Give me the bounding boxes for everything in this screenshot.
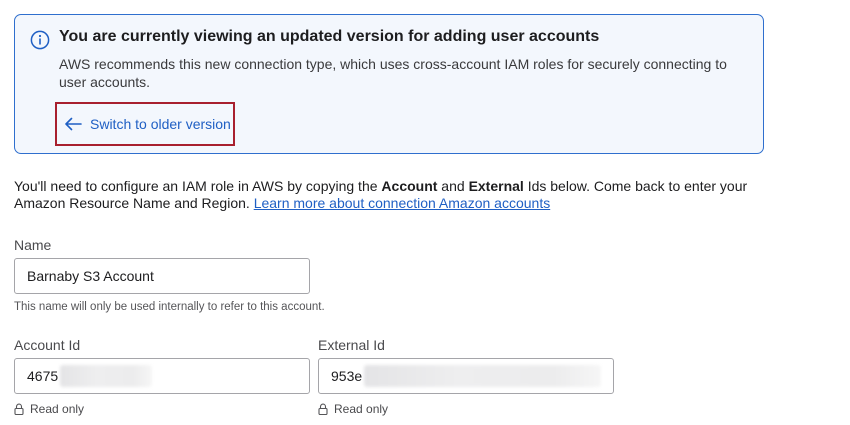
name-label: Name xyxy=(14,237,52,253)
instructions-account-bold: Account xyxy=(381,178,438,194)
redacted-value xyxy=(364,365,601,387)
page: You are currently viewing an updated ver… xyxy=(0,0,850,425)
info-banner: You are currently viewing an updated ver… xyxy=(14,14,764,154)
lock-icon xyxy=(318,403,328,415)
instructions-part: You'll need to configure an IAM role in … xyxy=(14,178,382,194)
external-id-label: External Id xyxy=(318,337,385,353)
redacted-value xyxy=(60,365,153,387)
instructions-text: You'll need to configure an IAM role in … xyxy=(14,178,774,212)
lock-icon xyxy=(14,403,24,415)
instructions-external-bold: External xyxy=(468,178,524,194)
external-id-value: 953е xyxy=(331,368,363,384)
arrow-left-icon xyxy=(65,117,82,131)
account-id-readonly-label: Read only xyxy=(30,402,85,416)
external-id-readonly-label: Read only xyxy=(334,402,389,416)
external-id-field[interactable]: 953е xyxy=(318,358,614,394)
instructions-part: and xyxy=(437,178,469,194)
info-icon xyxy=(30,30,50,50)
banner-title: You are currently viewing an updated ver… xyxy=(59,28,600,45)
account-id-field[interactable]: 4675 xyxy=(14,358,310,394)
account-id-value: 4675 xyxy=(27,368,59,384)
switch-link-label: Switch to older version xyxy=(90,116,231,132)
switch-to-older-version-link[interactable]: Switch to older version xyxy=(55,102,235,146)
name-input[interactable] xyxy=(14,258,310,294)
banner-description: AWS recommends this new connection type,… xyxy=(59,56,727,90)
external-id-readonly: Read only xyxy=(318,402,388,416)
account-id-label: Account Id xyxy=(14,337,81,353)
name-hint: This name will only be used internally t… xyxy=(14,301,325,313)
account-id-readonly: Read only xyxy=(14,402,84,416)
learn-more-link[interactable]: Learn more about connection Amazon accou… xyxy=(254,195,551,211)
